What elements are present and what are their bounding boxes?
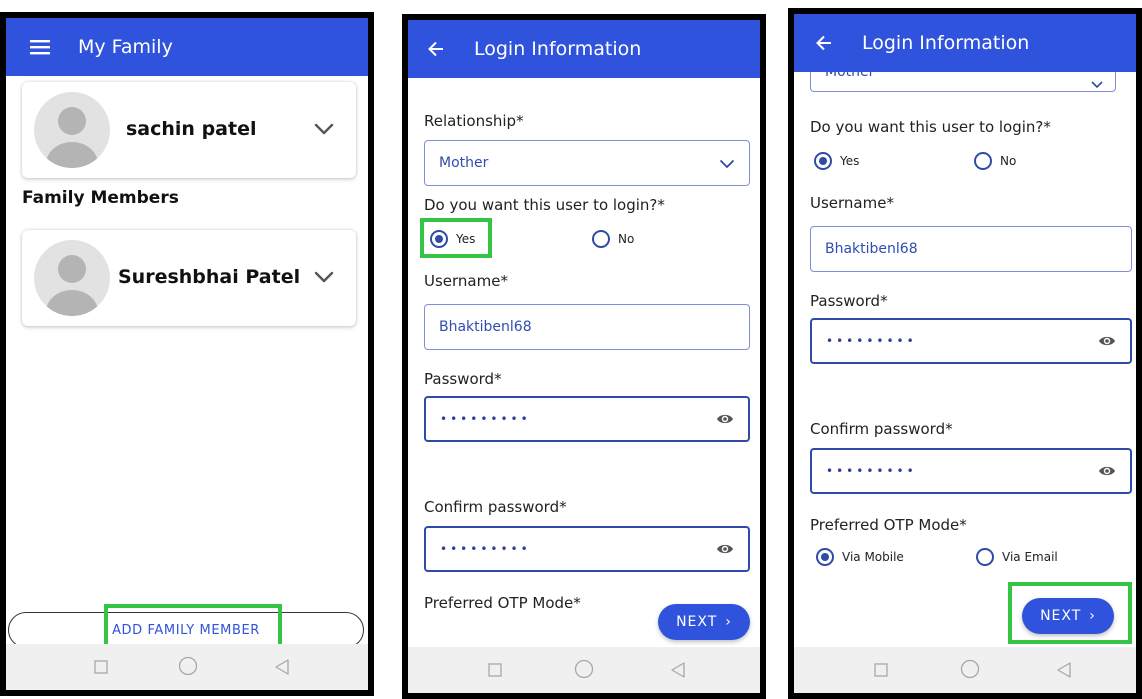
login-no-label: No bbox=[618, 232, 635, 246]
arrow-left-icon[interactable] bbox=[816, 35, 832, 51]
username-label: Username* bbox=[810, 194, 894, 212]
square-recents-icon[interactable] bbox=[94, 659, 108, 678]
profile-name: sachin patel bbox=[126, 118, 257, 140]
avatar bbox=[34, 240, 110, 316]
page-title: Login Information bbox=[474, 38, 642, 60]
relationship-select[interactable]: Mother bbox=[424, 140, 750, 186]
otp-email-label: Via Email bbox=[1002, 550, 1058, 564]
otp-mode-label: Preferred OTP Mode* bbox=[810, 516, 967, 534]
section-title: Family Members bbox=[22, 188, 179, 208]
password-value: ••••••••• bbox=[440, 412, 531, 426]
login-yes-label: Yes bbox=[840, 154, 860, 168]
family-screen: My Family sachin patel Family Members Su… bbox=[0, 12, 374, 696]
circle-home-icon[interactable] bbox=[574, 659, 594, 683]
radio-unchecked-icon bbox=[976, 548, 994, 566]
chevron-right-icon: › bbox=[725, 614, 732, 630]
app-bar: My Family bbox=[6, 18, 368, 76]
highlight-box bbox=[1008, 582, 1132, 644]
confirm-password-label: Confirm password* bbox=[810, 420, 953, 438]
password-label: Password* bbox=[810, 292, 888, 310]
hamburger-menu-icon[interactable] bbox=[30, 39, 50, 55]
system-nav-bar bbox=[794, 647, 1136, 693]
radio-unchecked-icon bbox=[974, 152, 992, 170]
login-no-radio[interactable]: No bbox=[592, 230, 634, 248]
login-no-label: No bbox=[1000, 154, 1017, 168]
triangle-back-icon[interactable] bbox=[1056, 661, 1072, 683]
next-button[interactable]: NEXT › bbox=[658, 604, 750, 640]
eye-icon[interactable] bbox=[1098, 332, 1116, 354]
chevron-down-icon bbox=[1091, 74, 1103, 91]
circle-home-icon[interactable] bbox=[178, 656, 198, 680]
login-question: Do you want this user to login?* bbox=[424, 196, 665, 214]
login-yes-radio[interactable]: Yes bbox=[814, 152, 859, 170]
chevron-down-icon[interactable] bbox=[314, 268, 334, 287]
app-bar: Login Information bbox=[408, 20, 760, 78]
login-info-screen-scrolled: Mother Login Information Do you want thi… bbox=[788, 8, 1142, 699]
system-nav-bar bbox=[6, 644, 368, 690]
highlight-box bbox=[420, 218, 492, 258]
username-label: Username* bbox=[424, 272, 508, 290]
otp-mobile-label: Via Mobile bbox=[842, 550, 904, 564]
login-info-screen: Login Information Relationship* Mother D… bbox=[402, 14, 766, 699]
username-value: Bhaktibenl68 bbox=[439, 319, 532, 335]
relationship-label: Relationship* bbox=[424, 112, 524, 130]
radio-checked-icon bbox=[816, 548, 834, 566]
radio-unchecked-icon bbox=[592, 230, 610, 248]
avatar bbox=[34, 92, 110, 168]
square-recents-icon[interactable] bbox=[488, 662, 502, 681]
app-bar: Login Information bbox=[794, 14, 1136, 72]
triangle-back-icon[interactable] bbox=[274, 658, 290, 680]
confirm-password-value: ••••••••• bbox=[826, 464, 917, 478]
radio-checked-icon bbox=[814, 152, 832, 170]
circle-home-icon[interactable] bbox=[960, 659, 980, 683]
chevron-down-icon[interactable] bbox=[314, 120, 334, 139]
relationship-select[interactable]: Mother bbox=[810, 72, 1116, 92]
password-value: ••••••••• bbox=[826, 334, 917, 348]
relationship-value: Mother bbox=[439, 155, 489, 171]
confirm-password-input[interactable]: ••••••••• bbox=[810, 448, 1132, 494]
square-recents-icon[interactable] bbox=[874, 662, 888, 681]
eye-icon[interactable] bbox=[716, 540, 734, 562]
next-label: NEXT bbox=[676, 614, 718, 630]
username-value: Bhaktibenl68 bbox=[825, 241, 918, 257]
username-input[interactable]: Bhaktibenl68 bbox=[424, 304, 750, 350]
password-label: Password* bbox=[424, 370, 502, 388]
otp-mobile-radio[interactable]: Via Mobile bbox=[816, 548, 904, 566]
otp-mode-label: Preferred OTP Mode* bbox=[424, 594, 581, 612]
eye-icon[interactable] bbox=[716, 410, 734, 432]
system-nav-bar bbox=[408, 647, 760, 693]
profile-card[interactable]: sachin patel bbox=[22, 82, 356, 178]
password-input[interactable]: ••••••••• bbox=[424, 396, 750, 442]
triangle-back-icon[interactable] bbox=[670, 661, 686, 683]
relationship-value: Mother bbox=[825, 72, 875, 80]
login-question: Do you want this user to login?* bbox=[810, 118, 1051, 136]
login-no-radio[interactable]: No bbox=[974, 152, 1016, 170]
username-input[interactable]: Bhaktibenl68 bbox=[810, 226, 1132, 272]
page-title: My Family bbox=[78, 36, 173, 58]
eye-icon[interactable] bbox=[1098, 462, 1116, 484]
arrow-left-icon[interactable] bbox=[428, 41, 444, 57]
confirm-password-value: ••••••••• bbox=[440, 542, 531, 556]
member-name: Sureshbhai Patel bbox=[118, 266, 301, 288]
member-card[interactable]: Sureshbhai Patel bbox=[22, 230, 356, 326]
password-input[interactable]: ••••••••• bbox=[810, 318, 1132, 364]
chevron-down-icon bbox=[719, 157, 735, 173]
confirm-password-input[interactable]: ••••••••• bbox=[424, 526, 750, 572]
page-title: Login Information bbox=[862, 32, 1030, 54]
confirm-password-label: Confirm password* bbox=[424, 498, 567, 516]
otp-email-radio[interactable]: Via Email bbox=[976, 548, 1058, 566]
